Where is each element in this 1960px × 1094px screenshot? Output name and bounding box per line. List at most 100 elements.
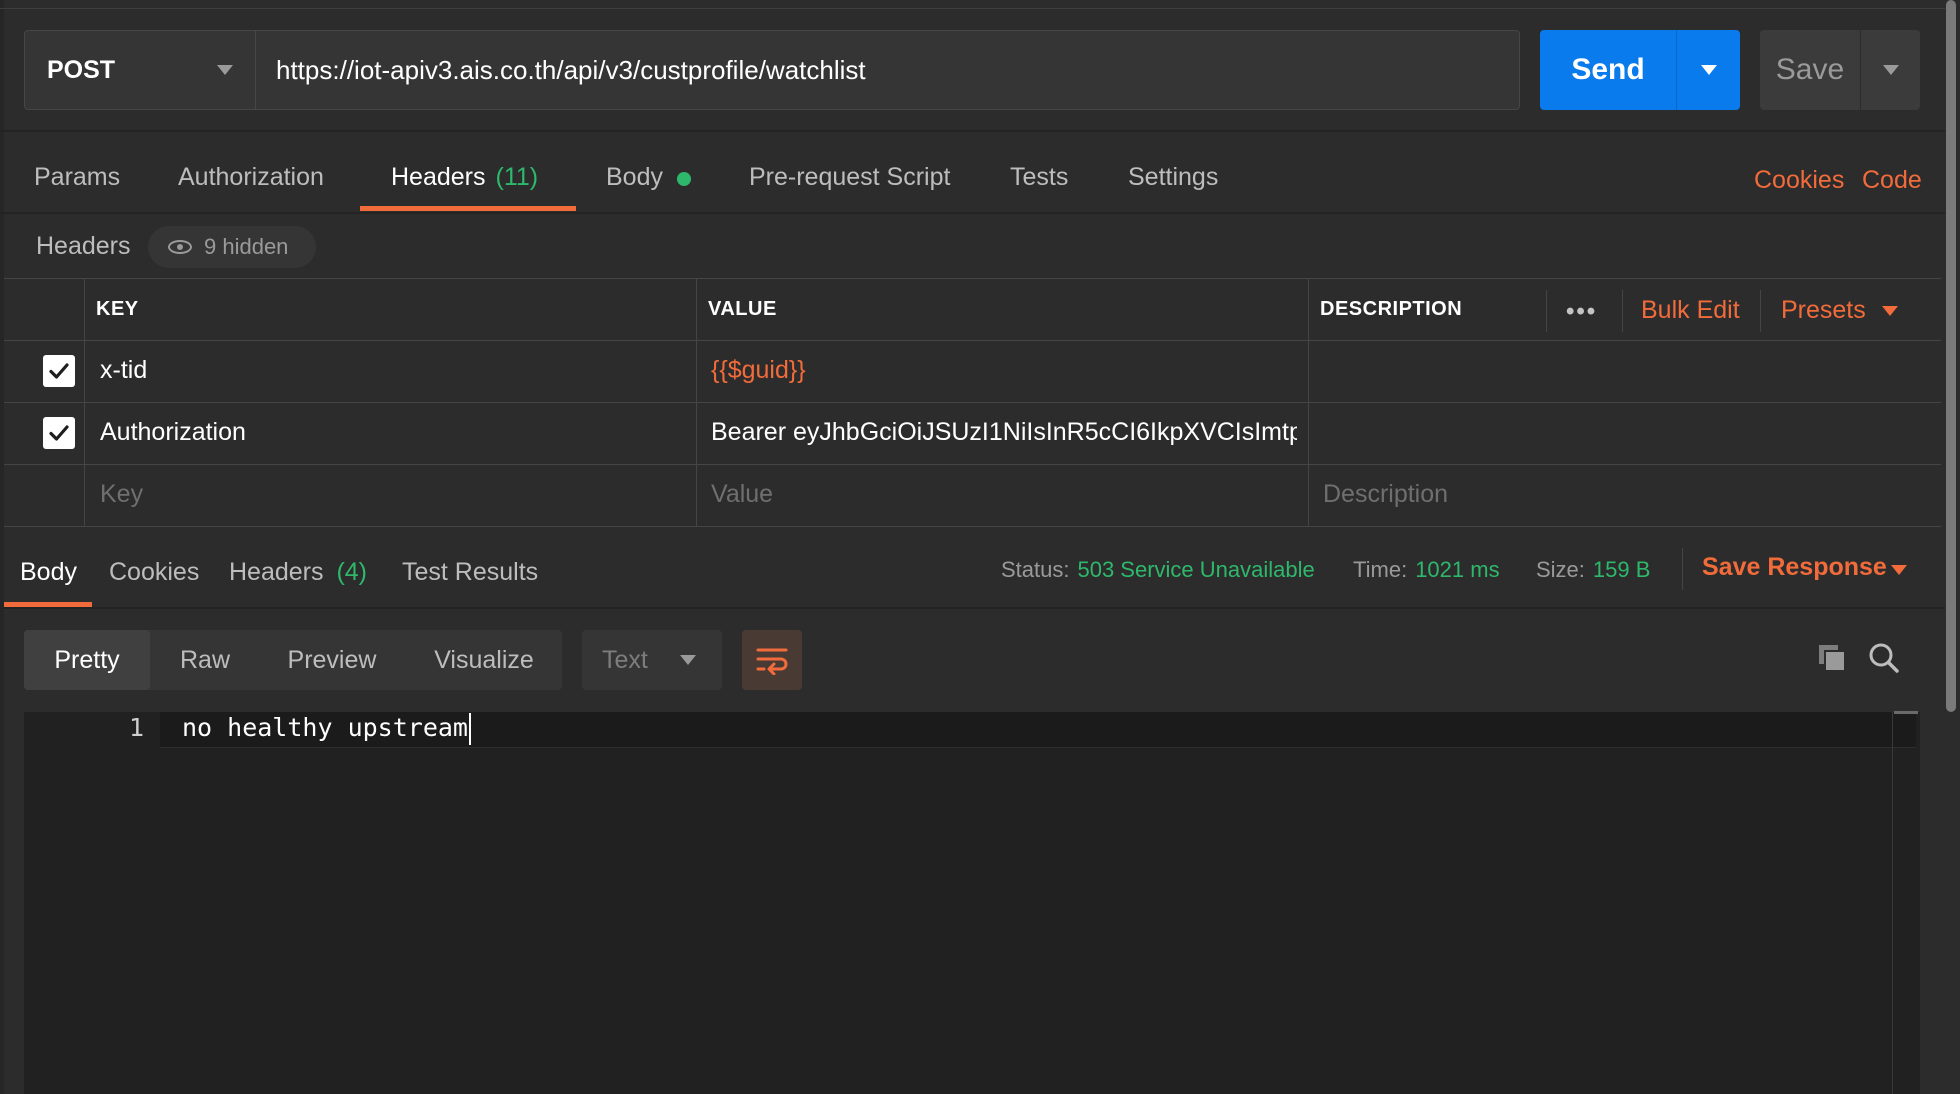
window-scrollbar[interactable] [1946, 0, 1956, 712]
text-cursor [468, 713, 471, 745]
tab-count: (4) [336, 558, 368, 586]
editor-scroll-track [1892, 712, 1893, 1094]
toolbar-divider [1682, 548, 1683, 590]
tab-label: Pre-request Script [749, 163, 951, 191]
tab-pre-request-script[interactable]: Pre-request Script [749, 163, 950, 225]
send-button[interactable]: Send [1540, 30, 1676, 110]
header-value[interactable]: Bearer eyJhbGciOiJSUzI1NiIsInR5cCI6IkpXV… [711, 418, 1297, 447]
tab-label: Params [34, 163, 121, 191]
response-time: Time: 1021 ms [1353, 557, 1500, 583]
window-left-edge [0, 0, 4, 1094]
status-value: 503 Service Unavailable [1077, 557, 1315, 582]
hidden-count: 9 hidden [204, 234, 289, 259]
search-icon [1869, 643, 1899, 673]
url-input[interactable]: https://iot-apiv3.ais.co.th/api/v3/custp… [256, 30, 1520, 110]
tab-label: Body [606, 163, 663, 191]
response-size: Size: 159 B [1536, 557, 1650, 583]
top-divider [0, 8, 1945, 9]
method-select[interactable]: POST [24, 30, 256, 110]
presets-button[interactable]: Presets [1781, 296, 1866, 325]
cookies-link[interactable]: Cookies [1754, 166, 1844, 195]
header-value[interactable]: {{$guid}} [711, 356, 806, 385]
save-button[interactable]: Save [1760, 30, 1860, 110]
copy-button[interactable] [1812, 638, 1852, 678]
column-header-value: VALUE [708, 298, 777, 320]
method-label: POST [47, 55, 116, 84]
chevron-down-icon [217, 65, 233, 75]
table-col-divider [1308, 278, 1309, 527]
chevron-down-icon [1883, 65, 1899, 75]
column-header-key: KEY [96, 298, 139, 320]
save-options-button[interactable] [1860, 30, 1920, 110]
time-value: 1021 ms [1415, 557, 1500, 582]
code-link[interactable]: Code [1862, 166, 1922, 195]
status-label: Status: [1001, 557, 1070, 582]
hidden-headers-toggle[interactable]: 9 hidden [148, 226, 316, 268]
wrap-lines-button[interactable] [742, 630, 802, 690]
toolbar-divider [1760, 290, 1761, 332]
response-tab-body[interactable]: Body [20, 558, 77, 587]
tab-authorization[interactable]: Authorization [178, 163, 324, 225]
tab-count: (11) [495, 163, 539, 191]
check-icon [49, 425, 69, 441]
save-label: Save [1775, 53, 1845, 86]
save-response-button[interactable]: Save Response [1702, 553, 1887, 582]
tab-label: Tests [1010, 163, 1069, 191]
tab-label: Settings [1128, 163, 1219, 191]
table-col-divider [696, 278, 697, 527]
code-line: no healthy upstream [182, 713, 471, 745]
tab-tests[interactable]: Tests [1010, 163, 1068, 225]
new-description-input[interactable]: Description [1323, 480, 1448, 509]
header-key[interactable]: x-tid [100, 356, 147, 385]
table-row-divider [4, 340, 1941, 341]
tab-body[interactable]: Body [606, 163, 691, 225]
size-value: 159 B [1592, 557, 1651, 582]
check-icon [49, 363, 69, 379]
tab-settings[interactable]: Settings [1128, 163, 1218, 225]
tab-params[interactable]: Params [34, 163, 120, 225]
new-key-input[interactable]: Key [100, 480, 143, 509]
more-horizontal-icon[interactable]: ••• [1566, 298, 1597, 326]
editor-scrollbar[interactable] [1894, 711, 1918, 714]
new-value-input[interactable]: Value [711, 480, 773, 509]
table-row-divider [4, 464, 1941, 465]
view-visualize-button[interactable]: Visualize [414, 630, 554, 690]
format-select[interactable]: Text [582, 630, 722, 690]
line-number: 1 [128, 713, 144, 742]
bulk-edit-button[interactable]: Bulk Edit [1641, 296, 1740, 325]
copy-icon [1819, 645, 1846, 672]
row-checkbox[interactable] [43, 355, 75, 387]
send-label: Send [1571, 53, 1645, 86]
divider [0, 212, 1945, 214]
response-tab-cookies[interactable]: Cookies [109, 558, 199, 587]
divider [0, 130, 1945, 132]
toolbar-divider [1546, 290, 1547, 332]
header-key[interactable]: Authorization [100, 418, 246, 447]
view-pretty-button[interactable]: Pretty [24, 630, 150, 690]
search-button[interactable] [1864, 638, 1904, 678]
divider [0, 607, 1945, 609]
url-text: https://iot-apiv3.ais.co.th/api/v3/custp… [276, 54, 866, 85]
column-header-description: DESCRIPTION [1320, 298, 1463, 320]
table-col-divider [84, 278, 85, 527]
tab-label: Headers [391, 163, 486, 191]
wrap-lines-icon [756, 648, 788, 675]
response-tab-test-results[interactable]: Test Results [402, 558, 538, 587]
presets-label: Presets [1781, 296, 1866, 324]
view-preview-button[interactable]: Preview [270, 630, 394, 690]
response-tab-headers[interactable]: Headers (4) [229, 558, 367, 587]
response-body-editor[interactable] [24, 712, 1920, 1094]
row-checkbox[interactable] [43, 417, 75, 449]
chevron-down-icon [680, 655, 696, 665]
headers-section-title: Headers [36, 232, 131, 260]
chevron-down-icon [1891, 565, 1907, 575]
eye-icon [168, 240, 192, 254]
view-raw-button[interactable]: Raw [160, 630, 250, 690]
toolbar-divider [1622, 290, 1623, 332]
format-label: Text [602, 645, 648, 674]
send-options-button[interactable] [1676, 30, 1740, 110]
tab-headers[interactable]: Headers (11) [391, 163, 538, 225]
table-row-divider [4, 402, 1941, 403]
time-label: Time: [1353, 557, 1408, 582]
code-text: no healthy upstream [182, 713, 468, 742]
